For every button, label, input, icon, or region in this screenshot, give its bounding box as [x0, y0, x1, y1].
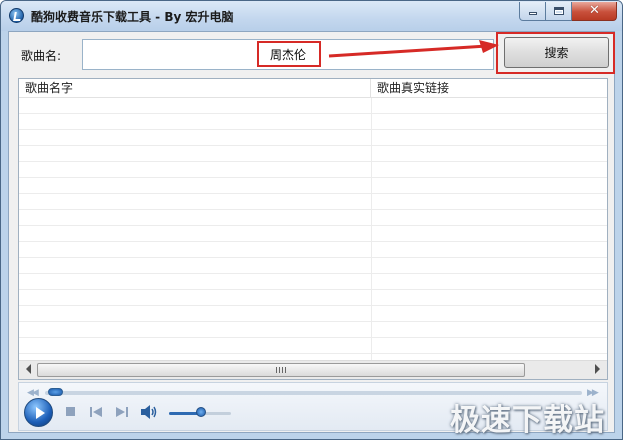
window-controls: ✕ — [519, 2, 617, 21]
seek-back-icon[interactable]: ◀◀ — [27, 388, 39, 398]
volume-icon[interactable] — [141, 405, 157, 419]
column-divider — [371, 98, 372, 360]
maximize-icon — [554, 7, 564, 15]
play-icon[interactable] — [24, 398, 53, 427]
scroll-left-icon[interactable] — [26, 364, 31, 374]
minimize-icon — [529, 12, 537, 15]
next-icon[interactable] — [116, 407, 128, 417]
column-header-song-link[interactable]: 歌曲真实链接 — [371, 79, 607, 98]
kugou-app-icon — [9, 8, 24, 23]
seek-forward-icon[interactable]: ▶▶ — [587, 388, 599, 398]
previous-icon[interactable] — [90, 407, 102, 417]
list-header: 歌曲名字 歌曲真实链接 — [19, 79, 607, 98]
search-button[interactable]: 搜索 — [504, 37, 609, 68]
scroll-thumb[interactable] — [37, 363, 525, 377]
scroll-right-icon[interactable] — [595, 364, 600, 374]
column-header-song-name[interactable]: 歌曲名字 — [19, 79, 371, 98]
stop-icon[interactable] — [66, 407, 75, 416]
grip-icon — [276, 367, 286, 373]
list-rows — [19, 98, 607, 360]
progress-handle[interactable] — [48, 388, 63, 396]
progress-bar[interactable] — [45, 391, 582, 395]
close-icon: ✕ — [589, 3, 600, 18]
close-button[interactable]: ✕ — [572, 2, 617, 21]
main-panel: 歌曲名: 搜索 歌曲名字 歌曲真实链接 — [8, 31, 615, 433]
title-bar[interactable]: 酷狗收费音乐下载工具 - By 宏升电脑 ✕ — [1, 1, 622, 31]
maximize-button[interactable] — [546, 2, 572, 21]
minimize-button[interactable] — [519, 2, 546, 21]
app-window: 酷狗收费音乐下载工具 - By 宏升电脑 ✕ 歌曲名: 搜索 歌曲名字 歌曲真 — [0, 0, 623, 440]
red-arrow-annotation — [328, 40, 499, 58]
volume-handle[interactable] — [196, 407, 206, 417]
horizontal-scrollbar[interactable] — [19, 360, 607, 379]
media-player: ◀◀ ▶▶ — [18, 382, 608, 431]
song-name-label: 歌曲名: — [21, 49, 62, 63]
results-list[interactable]: 歌曲名字 歌曲真实链接 — [18, 78, 608, 380]
window-title: 酷狗收费音乐下载工具 - By 宏升电脑 — [31, 10, 234, 24]
